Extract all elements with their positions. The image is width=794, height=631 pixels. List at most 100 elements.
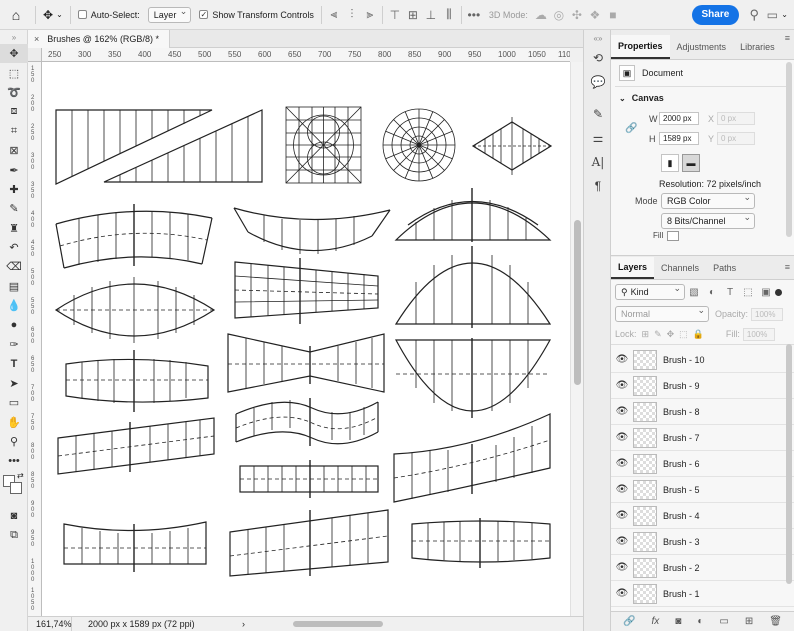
visibility-eye-icon[interactable]: 👁 [611, 406, 633, 417]
layer-row[interactable]: 👁 Brush - 8 [611, 399, 794, 425]
layer-effects-icon[interactable]: fx [651, 616, 659, 627]
lock-image-icon[interactable]: ✎ [654, 329, 662, 340]
tab-libraries[interactable]: Libraries [733, 35, 782, 59]
layer-row[interactable]: 👁 Brush - 1 [611, 581, 794, 607]
gradient-tool-icon[interactable]: ▤ [0, 277, 28, 296]
bit-depth-dropdown[interactable]: 8 Bits/Channel [661, 212, 755, 229]
collapse-toolbar-icon[interactable]: » [0, 30, 28, 44]
search-icon[interactable]: ⚲ [745, 7, 763, 23]
tab-channels[interactable]: Channels [654, 257, 706, 279]
delete-layer-icon[interactable]: 🗑 [769, 616, 782, 627]
show-transform-option[interactable]: Show Transform Controls [195, 0, 318, 30]
visibility-eye-icon[interactable]: 👁 [611, 354, 633, 365]
more-options-icon[interactable]: ••• [465, 8, 483, 22]
visibility-eye-icon[interactable]: 👁 [611, 484, 633, 495]
history-brush-tool-icon[interactable]: ↶ [0, 238, 28, 257]
adjust-sliders-panel-icon[interactable]: ⚌ [584, 126, 612, 150]
eyedropper-tool-icon[interactable]: ✒ [0, 160, 28, 179]
3d-pan-icon[interactable]: ✣ [568, 8, 586, 22]
filter-pixel-icon[interactable]: ▧ [685, 287, 703, 298]
character-panel-icon[interactable]: A| [584, 150, 612, 174]
status-menu-arrow[interactable]: › [242, 619, 252, 629]
align-right-icon[interactable]: ⫸ [361, 7, 379, 22]
comments-panel-icon[interactable]: 💬 [584, 70, 612, 94]
document-tab[interactable]: × Brushes @ 162% (RGB/8) * [28, 30, 170, 48]
visibility-eye-icon[interactable]: 👁 [611, 588, 633, 599]
layer-row[interactable]: 👁 Brush - 7 [611, 425, 794, 451]
layer-row[interactable]: 👁 Brush - 3 [611, 529, 794, 555]
tab-adjustments[interactable]: Adjustments [670, 35, 734, 59]
properties-scroll-thumb[interactable] [786, 62, 792, 237]
crop-tool-icon[interactable]: ⌗ [0, 122, 28, 141]
landscape-orientation-icon[interactable]: ▬ [682, 154, 700, 172]
height-field[interactable]: 1589 px [659, 132, 699, 145]
distribute-icon[interactable]: ⫼ [440, 7, 458, 22]
ruler-origin[interactable] [28, 48, 42, 62]
lock-all-icon[interactable]: 🔒 [693, 329, 704, 340]
filter-type-icon[interactable]: T [721, 287, 739, 298]
layer-row[interactable]: 👁 Brush - 2 [611, 555, 794, 581]
pen-tool-icon[interactable]: ✑ [0, 335, 28, 354]
new-group-icon[interactable]: ▭ [719, 616, 728, 627]
lock-position-icon[interactable]: ✥ [667, 329, 675, 340]
edit-toolbar-icon[interactable]: ••• [0, 451, 28, 470]
auto-select-option[interactable]: Auto-Select: [74, 0, 144, 30]
visibility-eye-icon[interactable]: 👁 [611, 432, 633, 443]
healing-brush-tool-icon[interactable]: ✚ [0, 180, 28, 199]
layer-row[interactable]: 👁 Brush - 6 [611, 451, 794, 477]
frame-tool-icon[interactable]: ⊠ [0, 141, 28, 160]
align-bottom-icon[interactable]: ⊥ [422, 8, 440, 22]
link-layers-icon[interactable]: 🔗 [623, 616, 635, 627]
visibility-eye-icon[interactable]: 👁 [611, 458, 633, 469]
align-horizontal-center-icon[interactable]: ⫶ [343, 7, 361, 22]
tab-properties[interactable]: Properties [611, 35, 670, 59]
layer-row[interactable]: 👁 Brush - 9 [611, 373, 794, 399]
blur-tool-icon[interactable]: 💧 [0, 296, 28, 315]
vertical-ruler[interactable]: 1 5 0 2 0 0 2 5 0 3 0 0 3 5 0 4 0 0 4 5 0 5 0 0… [28, 62, 42, 616]
object-selection-tool-icon[interactable]: ⧈ [0, 102, 28, 121]
portrait-orientation-icon[interactable]: ▮ [661, 154, 679, 172]
lock-transparent-icon[interactable]: ⊞ [642, 329, 650, 340]
marquee-tool-icon[interactable]: ⬚ [0, 63, 28, 82]
brush-tool-icon[interactable]: ✎ [0, 199, 28, 218]
filter-smart-object-icon[interactable]: ▣ [757, 287, 775, 298]
move-tool-preset-icon[interactable]: ✥ ⌄ [39, 0, 67, 30]
align-left-icon[interactable]: ⫷ [325, 7, 343, 22]
filter-shape-icon[interactable]: ⬚ [739, 287, 757, 298]
filter-adjustment-icon[interactable]: ◐ [703, 287, 721, 298]
auto-select-checkbox[interactable] [77, 10, 87, 19]
layers-scroll-thumb[interactable] [786, 344, 792, 584]
align-vertical-center-icon[interactable]: ⊞ [404, 8, 422, 22]
workspace-switcher-icon[interactable]: ▭ [763, 8, 781, 22]
document-canvas[interactable] [42, 62, 570, 616]
new-layer-icon[interactable]: ⊞ [745, 616, 753, 627]
tab-layers[interactable]: Layers [611, 257, 655, 279]
visibility-eye-icon[interactable]: 👁 [611, 510, 633, 521]
chevron-down-icon[interactable]: ⌄ [781, 10, 788, 19]
filter-toggle-icon[interactable] [775, 288, 782, 296]
collapse-panels-icon[interactable]: «» [584, 30, 612, 46]
horizontal-ruler[interactable]: 250 300 350 400 450 500 550 600 650 700 750 800 850 9… [42, 48, 570, 62]
3d-slide-icon[interactable]: ❖ [586, 8, 604, 22]
rectangle-tool-icon[interactable]: ▭ [0, 393, 28, 412]
clone-stamp-tool-icon[interactable]: ♜ [0, 219, 28, 238]
zoom-tool-icon[interactable]: ⚲ [0, 432, 28, 451]
type-tool-icon[interactable]: T [0, 354, 28, 373]
width-field[interactable]: 2000 px [659, 112, 699, 125]
x-field[interactable]: 0 px [717, 112, 755, 125]
3d-roll-icon[interactable]: ◎ [550, 8, 568, 22]
visibility-eye-icon[interactable]: 👁 [611, 536, 633, 547]
opacity-field[interactable]: 100% [751, 307, 784, 321]
adjustment-layer-icon[interactable]: ◐ [697, 616, 703, 627]
vertical-scroll-thumb[interactable] [574, 220, 581, 385]
fill-color-swatch[interactable] [667, 231, 679, 241]
color-mode-dropdown[interactable]: RGB Color [661, 192, 755, 209]
layer-row[interactable]: 👁 Brush - 10 [611, 347, 794, 373]
move-tool-icon[interactable]: ✥ [0, 44, 28, 64]
layers-panel-menu-icon[interactable]: ≡ [785, 262, 790, 272]
eraser-tool-icon[interactable]: ⌫ [0, 257, 28, 276]
show-transform-checkbox[interactable] [199, 10, 209, 19]
fill-field[interactable]: 100% [742, 327, 775, 341]
background-color-swatch[interactable] [10, 481, 22, 494]
home-icon[interactable]: ⌂ [0, 0, 32, 30]
